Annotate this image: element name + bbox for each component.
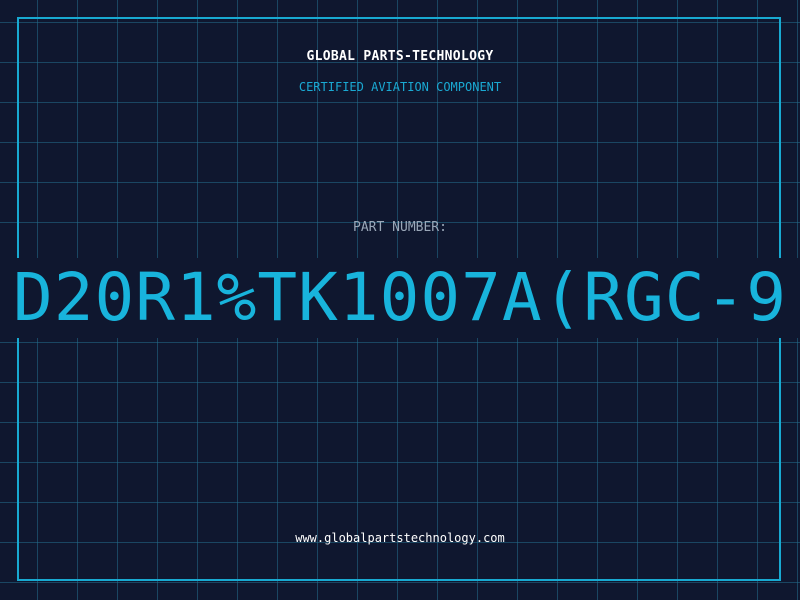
website-url[interactable]: www.globalpartstechnology.com [0,531,800,545]
part-number-label: PART NUMBER: [353,220,447,235]
company-name: GLOBAL PARTS-TECHNOLOGY [306,49,494,64]
certificate-card: GLOBAL PARTS-TECHNOLOGY CERTIFIED AVIATI… [0,0,800,600]
part-number-band: D20R1%TK1007A(RGC-9 [0,258,800,338]
certification-subtitle: CERTIFIED AVIATION COMPONENT [298,80,502,94]
part-number-value: D20R1%TK1007A(RGC-9 [13,259,787,336]
